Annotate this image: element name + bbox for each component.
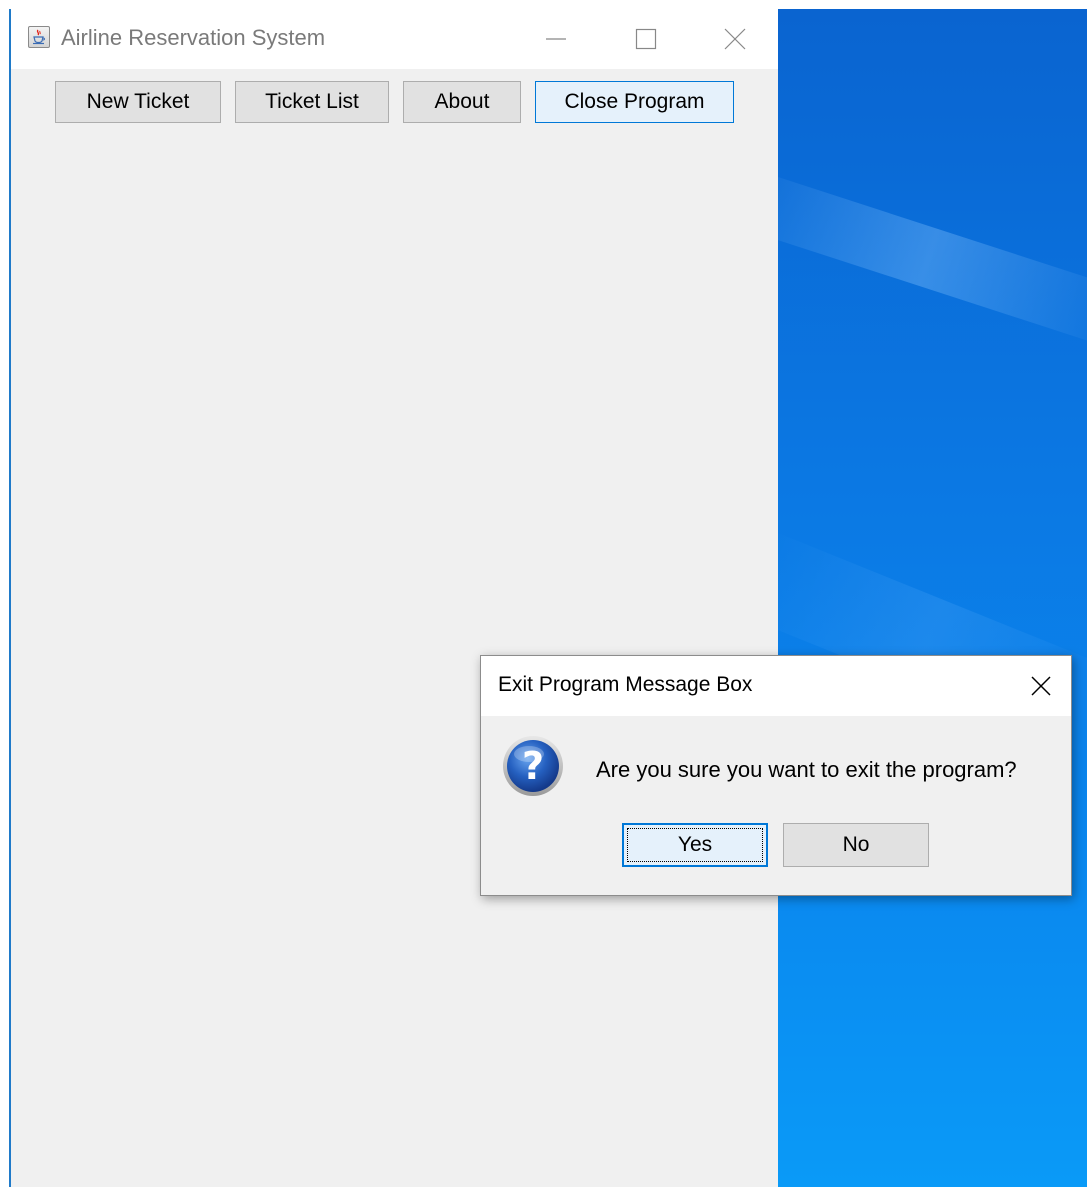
yes-button[interactable]: Yes [622,823,768,867]
desktop: Airline Reservation System New Ticket Ti… [0,0,1087,1187]
close-window-button[interactable] [691,9,778,69]
maximize-button[interactable] [601,9,691,69]
ticket-list-button[interactable]: Ticket List [235,81,389,123]
exit-confirm-dialog: Exit Program Message Box ? Are you sure … [480,655,1072,896]
yes-button-label: Yes [677,833,713,856]
no-button[interactable]: No [783,823,929,867]
wallpaper-light-streak [778,164,1087,351]
dialog-title-bar[interactable]: Exit Program Message Box [481,656,1071,716]
dialog-message: Are you sure you want to exit the progra… [596,757,1017,782]
close-icon [1031,676,1051,696]
minimize-button[interactable] [511,9,601,69]
close-program-button[interactable]: Close Program [535,81,734,123]
toolbar: New Ticket Ticket List About Close Progr… [11,69,778,139]
dialog-title: Exit Program Message Box [498,673,753,696]
svg-text:?: ? [522,744,544,788]
desktop-wallpaper [778,9,1087,1187]
dialog-close-button[interactable] [1011,656,1071,716]
window-title: Airline Reservation System [61,25,326,50]
question-icon: ? [501,734,565,798]
main-window: Airline Reservation System New Ticket Ti… [9,9,778,1187]
close-icon [724,28,745,50]
minimize-icon [546,38,566,40]
java-cup-icon[interactable] [28,26,50,48]
about-button[interactable]: About [403,81,521,123]
maximize-icon [635,28,657,50]
new-ticket-button[interactable]: New Ticket [55,81,221,123]
title-bar[interactable]: Airline Reservation System [11,9,778,69]
